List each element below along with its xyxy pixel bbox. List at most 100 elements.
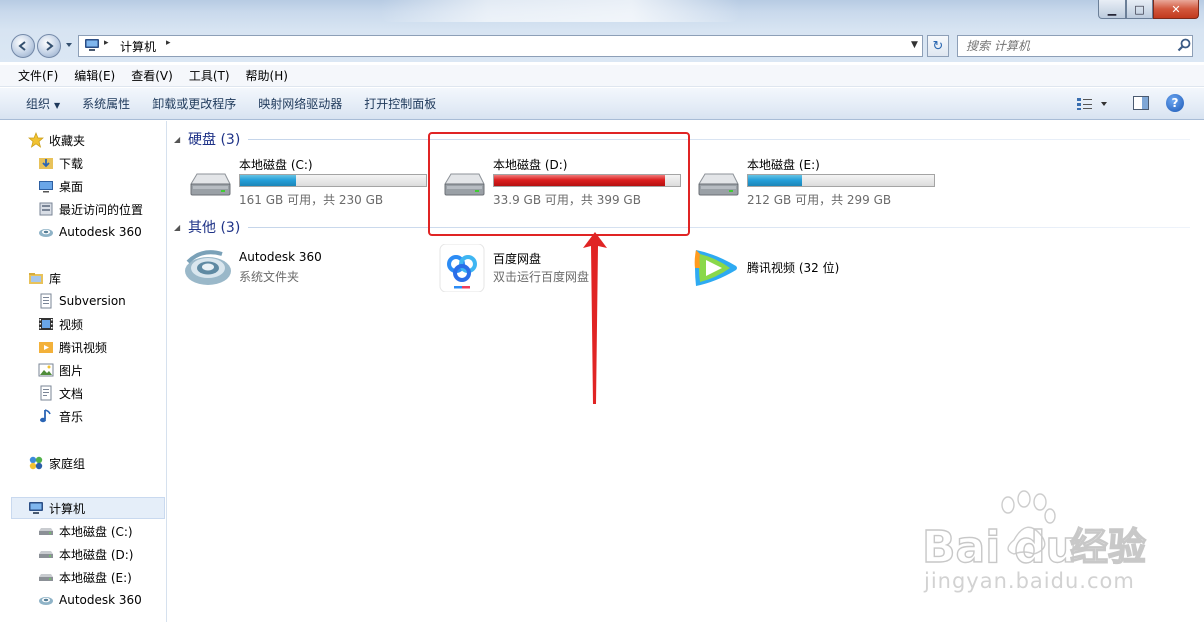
system-properties-button[interactable]: 系统属性: [74, 92, 138, 116]
nav-item-autodesk-360[interactable]: Autodesk 360: [38, 222, 142, 242]
breadcrumb-separator[interactable]: ▸: [166, 38, 171, 48]
document-icon: [40, 385, 52, 401]
watermark-brand: Bai: [922, 522, 1000, 573]
hard-drive-icon: [39, 551, 53, 558]
map-network-drive-button[interactable]: 映射网络驱动器: [250, 92, 350, 116]
maximize-button[interactable]: □: [1126, 0, 1153, 19]
chevron-down-icon: [66, 43, 72, 47]
preview-pane-icon[interactable]: [1132, 94, 1150, 112]
nav-homegroup[interactable]: 家庭组: [28, 453, 85, 473]
help-button[interactable]: ?: [1166, 94, 1184, 112]
minimize-button[interactable]: ▁: [1098, 0, 1126, 19]
nav-item-label: 图片: [59, 363, 84, 378]
organize-button[interactable]: 组织 ▼: [18, 92, 68, 116]
open-control-panel-button[interactable]: 打开控制面板: [356, 92, 444, 116]
command-bar: 组织 ▼ 系统属性 卸载或更改程序 映射网络驱动器 打开控制面板: [0, 88, 1204, 120]
drive-c-tile[interactable]: 本地磁盘 (C:) 161 GB 可用，共 230 GB: [182, 150, 432, 207]
nav-item-drive-d[interactable]: 本地磁盘 (D:): [38, 544, 133, 564]
nav-item-downloads[interactable]: 下载: [38, 153, 83, 173]
forward-button[interactable]: [37, 34, 61, 58]
tencent-video-tile[interactable]: 腾讯视频 (32 位): [690, 244, 940, 292]
address-bar[interactable]: [78, 35, 923, 57]
baidu-netdisk-tile[interactable]: 百度网盘 双击运行百度网盘: [436, 244, 686, 292]
menu-edit[interactable]: 编辑(E): [66, 66, 123, 86]
nav-item-videos[interactable]: 视频: [38, 314, 83, 334]
picture-icon: [38, 363, 54, 377]
nav-item-drive-e[interactable]: 本地磁盘 (E:): [38, 567, 132, 587]
drive-usage-bar: [747, 174, 935, 187]
drive-space-info: 161 GB 可用，共 230 GB: [239, 193, 384, 207]
drive-e-tile[interactable]: 本地磁盘 (E:) 212 GB 可用，共 299 GB: [690, 150, 940, 207]
hard-drive-icon: [698, 173, 739, 196]
arrow-left-icon: [18, 41, 26, 51]
nav-computer-label: 计算机: [49, 501, 86, 516]
drive-name: 本地磁盘 (E:): [747, 158, 820, 172]
drive-space-info: 212 GB 可用，共 299 GB: [747, 193, 892, 207]
collapse-icon: ◢: [174, 222, 181, 232]
refresh-icon: ↻: [932, 38, 944, 54]
nav-item-documents[interactable]: 文档: [38, 383, 83, 403]
refresh-button[interactable]: ↻: [927, 35, 949, 57]
autodesk-360-icon: [185, 250, 231, 285]
nav-item-recent-places[interactable]: 最近访问的位置: [38, 199, 143, 219]
hard-drive-icon: [39, 528, 53, 535]
nav-item-label: 桌面: [59, 179, 84, 194]
item-description: 双击运行百度网盘: [493, 270, 590, 284]
watermark-brand-cn: 经验: [1070, 525, 1146, 569]
nav-item-label: 文档: [59, 386, 84, 401]
nav-libraries[interactable]: 库: [28, 268, 61, 288]
nav-item-label: 本地磁盘 (E:): [59, 570, 132, 585]
computer-icon: [85, 39, 99, 51]
nav-item-subversion[interactable]: Subversion: [38, 291, 126, 311]
nav-computer[interactable]: 计算机: [28, 498, 85, 518]
uninstall-program-button[interactable]: 卸载或更改程序: [144, 92, 244, 116]
menu-tools[interactable]: 工具(T): [181, 66, 238, 86]
music-note-icon: [40, 409, 51, 423]
recent-pages-button[interactable]: [64, 40, 76, 52]
close-button[interactable]: ✕: [1153, 0, 1199, 19]
back-button[interactable]: [11, 34, 35, 58]
item-name: 百度网盘: [493, 252, 542, 266]
nav-item-tencent-video[interactable]: 腾讯视频: [38, 337, 107, 357]
change-view-button[interactable]: [1076, 94, 1112, 114]
search-input[interactable]: [957, 35, 1193, 57]
group-title: 硬盘 (3): [188, 132, 241, 148]
drive-usage-fill: [748, 175, 802, 186]
chevron-down-icon: ▼: [54, 100, 61, 110]
tencent-video-icon: [39, 342, 53, 353]
nav-favorites[interactable]: 收藏夹: [28, 130, 85, 150]
nav-item-label: Subversion: [59, 294, 126, 308]
nav-item-drive-c[interactable]: 本地磁盘 (C:): [38, 521, 133, 541]
menu-file[interactable]: 文件(F): [10, 66, 66, 86]
nav-item-autodesk-360-computer[interactable]: Autodesk 360: [38, 590, 142, 610]
nav-item-pictures[interactable]: 图片: [38, 360, 83, 380]
item-description: 系统文件夹: [239, 270, 300, 284]
menu-view[interactable]: 查看(V): [123, 66, 181, 86]
nav-favorites-label: 收藏夹: [49, 133, 86, 148]
nav-item-music[interactable]: 音乐: [38, 406, 83, 426]
hard-drive-icon: [190, 173, 231, 196]
annotation-highlight-box: [428, 132, 690, 236]
search-icon[interactable]: [1176, 37, 1192, 53]
nav-item-label: 下载: [59, 156, 84, 171]
arrow-right-icon: [46, 41, 54, 51]
annotation-arrow-up-icon: [583, 232, 607, 404]
view-tiles-icon: [1077, 98, 1092, 110]
homegroup-icon: [29, 456, 43, 470]
star-icon: [28, 132, 44, 148]
address-dropdown-button[interactable]: ▼: [911, 40, 918, 50]
drive-usage-fill: [240, 175, 296, 186]
nav-item-desktop[interactable]: 桌面: [38, 176, 83, 196]
nav-item-label: Autodesk 360: [59, 225, 142, 239]
computer-icon: [29, 502, 43, 514]
group-title: 其他 (3): [188, 220, 241, 236]
library-icon: [29, 273, 43, 284]
item-name: Autodesk 360: [239, 250, 322, 264]
baidu-jingyan-watermark: Bai du 经验 jingyan.baidu.com: [921, 490, 1147, 593]
tencent-video-icon: [694, 250, 737, 286]
title-bar-glow: [380, 0, 740, 22]
breadcrumb-computer[interactable]: 计算机: [120, 38, 156, 55]
breadcrumb-separator[interactable]: ▸: [104, 38, 109, 48]
menu-help[interactable]: 帮助(H): [238, 66, 296, 86]
autodesk-360-tile[interactable]: Autodesk 360 系统文件夹: [182, 244, 432, 292]
